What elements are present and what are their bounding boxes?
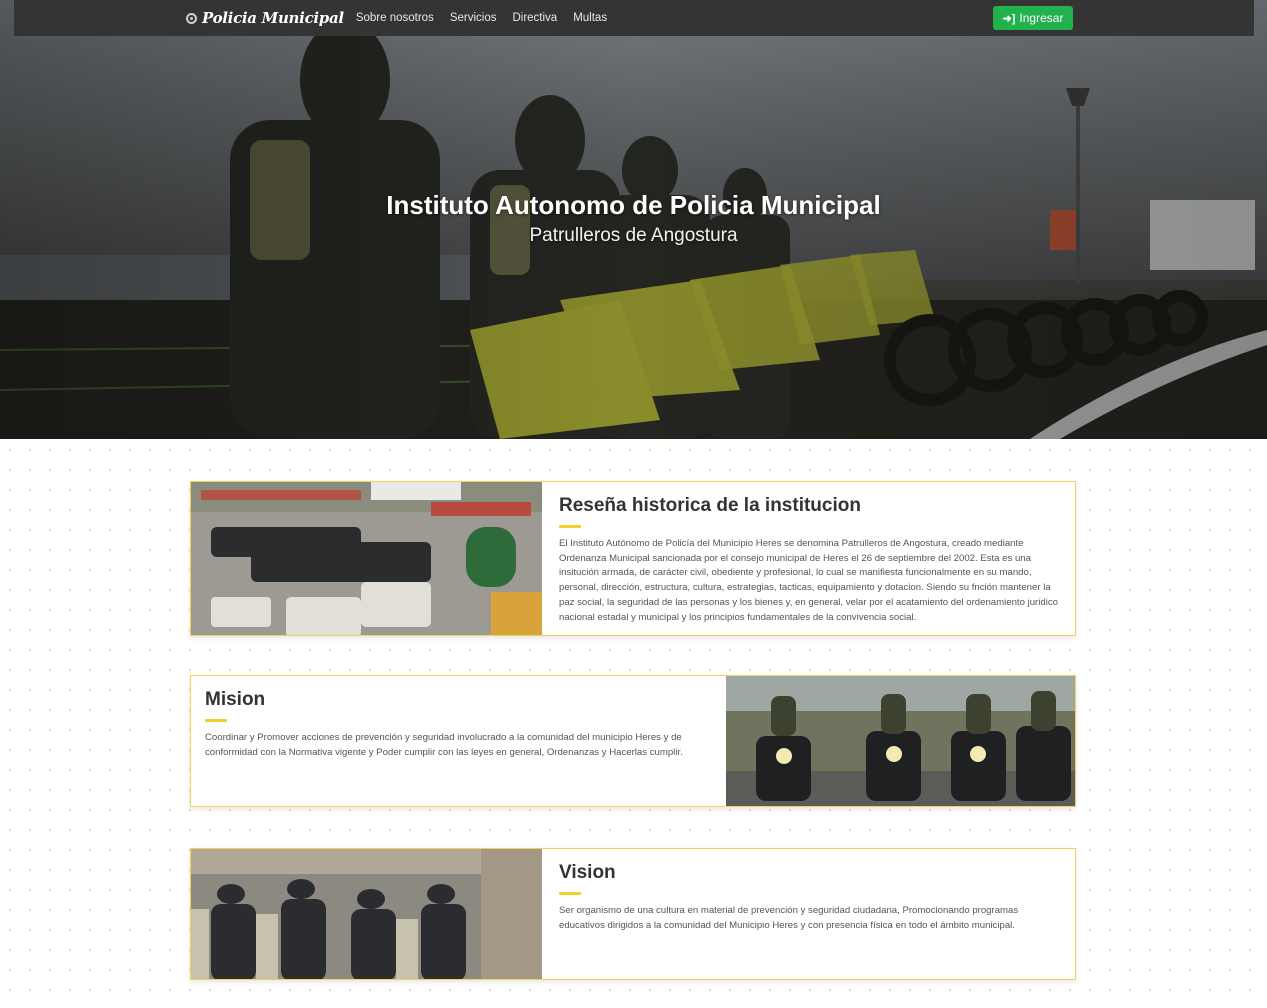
hero-subtitle: Patrulleros de Angostura (529, 225, 738, 246)
login-button[interactable]: ➜] Ingresar (993, 6, 1073, 30)
vision-title: Vision (559, 862, 616, 883)
sign-in-icon: ➜] (1002, 12, 1016, 25)
mission-text: Coordinar y Promover acciones de prevenc… (205, 732, 683, 758)
history-photo (191, 482, 542, 635)
title-underline (559, 525, 581, 528)
login-button-label: Ingresar (1019, 11, 1064, 25)
vision-text: Ser organismo de una cultura en material… (559, 905, 1019, 931)
mission-card: Mision Coordinar y Promover acciones de … (190, 675, 1076, 807)
nav-link-multas[interactable]: Multas (573, 12, 607, 24)
history-body: Reseña historica de la institucion El In… (559, 495, 1065, 625)
vision-card: Vision Ser organismo de una cultura en m… (190, 848, 1076, 980)
history-text: El Instituto Autónomo de Policía del Mun… (559, 538, 1058, 623)
badge-icon (186, 12, 197, 24)
mission-body: Mision Coordinar y Promover acciones de … (205, 689, 715, 760)
hero-title: Instituto Autonomo de Policia Municipal (386, 190, 881, 220)
mission-photo (726, 676, 1075, 806)
history-card: Reseña historica de la institucion El In… (190, 481, 1076, 636)
brand-name: Policia Municipal (202, 9, 344, 27)
brand-logo[interactable]: Policia Municipal (186, 9, 344, 27)
title-underline (205, 719, 227, 722)
nav-links: Sobre nosotros Servicios Directiva Multa… (356, 12, 623, 24)
top-navbar: Policia Municipal Sobre nosotros Servici… (14, 0, 1254, 36)
hero-banner: Instituto Autonomo de Policia Municipal … (0, 0, 1267, 439)
history-title: Reseña historica de la institucion (559, 495, 861, 516)
vision-photo (191, 849, 542, 979)
title-underline (559, 892, 581, 895)
nav-link-directiva[interactable]: Directiva (512, 12, 557, 24)
mission-title: Mision (205, 689, 266, 710)
vision-body: Vision Ser organismo de una cultura en m… (559, 862, 1065, 933)
nav-link-servicios[interactable]: Servicios (450, 12, 497, 24)
nav-link-sobre-nosotros[interactable]: Sobre nosotros (356, 12, 434, 24)
